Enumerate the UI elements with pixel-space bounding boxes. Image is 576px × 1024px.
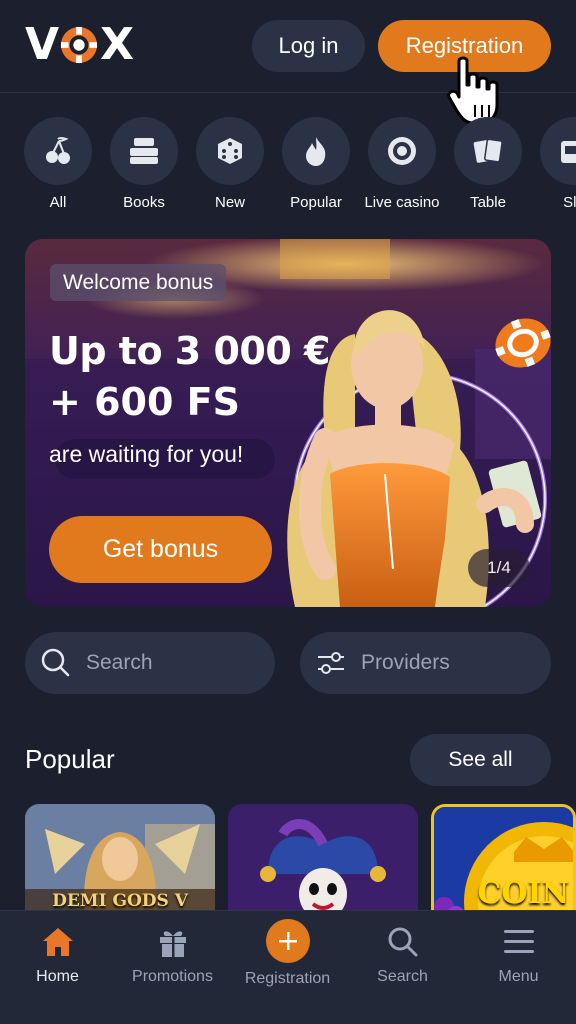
nav-search-label: Search xyxy=(377,968,428,985)
popular-section-title: Popular xyxy=(25,744,115,774)
login-button[interactable]: Log in xyxy=(252,20,365,72)
game-card-demi-gods[interactable]: DEMI GODS V xyxy=(25,804,215,919)
search-icon xyxy=(41,648,70,677)
providers-filter-button[interactable]: Providers xyxy=(300,632,551,694)
category-slots[interactable]: Slo xyxy=(540,117,576,211)
plus-glyph xyxy=(278,932,297,950)
category-slots-circle xyxy=(540,117,576,185)
bonus-subline: are waiting for you! xyxy=(49,441,244,467)
category-table[interactable]: Table xyxy=(454,117,522,211)
hamburger-menu-icon xyxy=(503,930,534,953)
category-live-casino[interactable]: Live casino xyxy=(364,117,440,211)
category-books[interactable]: Books xyxy=(110,117,178,211)
logo-letter-v: V xyxy=(25,19,59,70)
nav-menu[interactable]: Menu xyxy=(461,911,576,1024)
gift-icon xyxy=(159,931,186,957)
nav-promotions-label: Promotions xyxy=(132,968,213,985)
nav-search[interactable]: Search xyxy=(345,911,460,1024)
category-label: Slo xyxy=(563,194,576,211)
casino-chip-icon xyxy=(61,26,98,64)
bottom-navigation: Home Promotions Registration Search Menu xyxy=(0,910,576,1024)
category-all-circle xyxy=(24,117,92,185)
books-icon xyxy=(130,138,158,164)
welcome-bonus-banner[interactable]: Welcome bonus Up to 3 000 € + 600 FS are… xyxy=(25,239,551,607)
get-bonus-button[interactable]: Get bonus xyxy=(49,516,272,583)
category-new[interactable]: New xyxy=(196,117,264,211)
category-live-casino-circle xyxy=(368,117,436,185)
nav-home-label: Home xyxy=(36,968,79,985)
nav-registration-label: Registration xyxy=(244,970,331,987)
search-games-button[interactable]: Search xyxy=(25,632,275,694)
category-table-circle xyxy=(454,117,522,185)
vox-logo[interactable]: V X xyxy=(25,19,134,70)
welcome-bonus-badge: Welcome bonus xyxy=(50,264,227,301)
game-title: DEMI GODS V xyxy=(52,891,188,911)
nav-promotions[interactable]: Promotions xyxy=(115,911,230,1024)
providers-label: Providers xyxy=(361,651,450,674)
bonus-headline-amount: Up to 3 000 € xyxy=(49,329,330,373)
search-label: Search xyxy=(86,651,153,674)
banner-pager: 1/4 xyxy=(468,549,530,587)
top-header: V X Log in Registration xyxy=(0,0,576,125)
cards-icon xyxy=(473,138,503,163)
category-new-circle xyxy=(196,117,264,185)
nav-registration[interactable]: Registration xyxy=(230,911,345,1024)
cherries-icon xyxy=(46,137,70,164)
bonus-headline-free-spins: + 600 FS xyxy=(49,380,240,424)
logo-letter-x: X xyxy=(100,19,134,70)
category-popular[interactable]: Popular xyxy=(282,117,350,211)
home-icon xyxy=(42,928,73,956)
game-card-coin[interactable]: COIN xyxy=(431,804,576,919)
category-popular-circle xyxy=(282,117,350,185)
roulette-icon xyxy=(388,137,416,165)
sliders-icon xyxy=(318,652,344,674)
nav-home[interactable]: Home xyxy=(0,911,115,1024)
search-icon xyxy=(388,927,417,957)
game-card-jester[interactable] xyxy=(228,804,418,919)
category-books-circle xyxy=(110,117,178,185)
nav-menu-label: Menu xyxy=(498,968,539,985)
game-title: COIN xyxy=(477,876,569,911)
jester-thumbnail xyxy=(228,804,418,919)
category-all[interactable]: All xyxy=(24,117,92,211)
slot-machine-icon xyxy=(561,141,576,163)
plus-icon xyxy=(265,919,310,963)
category-strip: All Books New Popular Live casino Table … xyxy=(24,117,576,217)
see-all-button[interactable]: See all xyxy=(410,734,551,786)
dice-icon xyxy=(218,138,242,164)
flame-icon xyxy=(306,137,326,166)
